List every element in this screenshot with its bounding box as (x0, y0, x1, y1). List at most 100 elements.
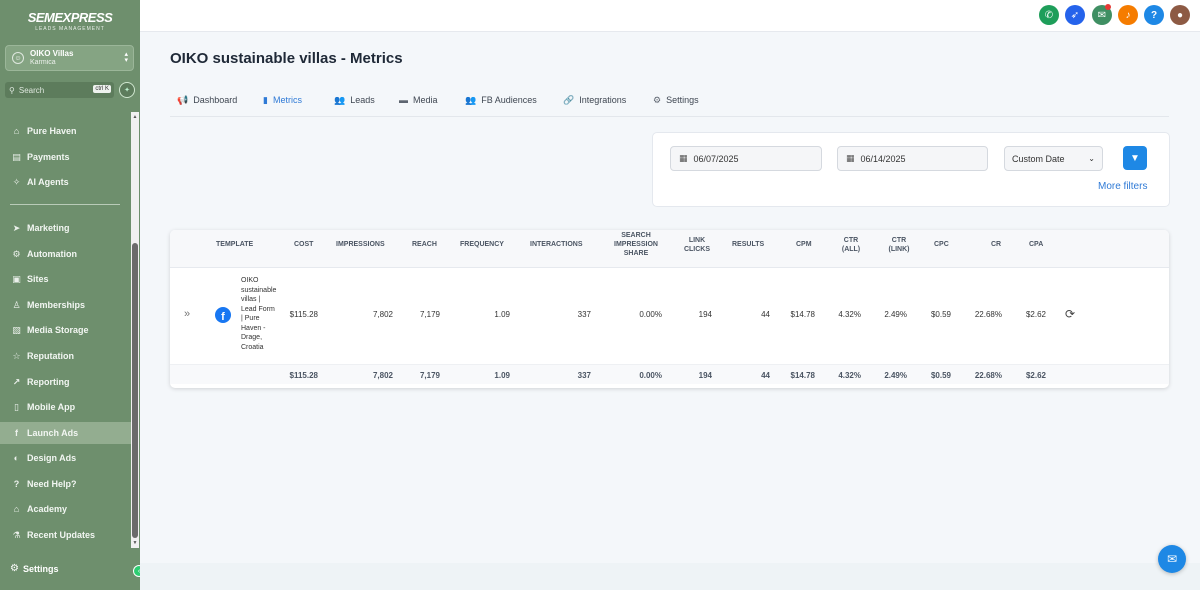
sidebar-item-recent-updates[interactable]: ⚗ Recent Updates (0, 524, 131, 546)
bell-icon[interactable]: ♪ (1118, 5, 1138, 25)
receipt-icon: ▤ (12, 151, 21, 162)
gear-icon: ⚙ (653, 94, 662, 105)
calendar-icon: ▦ (846, 153, 855, 163)
apply-filter-button[interactable]: ▼ (1123, 146, 1147, 170)
col-header-line: LINK (688, 237, 706, 244)
col-link-clicks[interactable]: LINK CLICKS (682, 236, 712, 254)
account-location: Karmica (30, 59, 56, 66)
col-cpa[interactable]: CPA (1029, 240, 1043, 249)
sidebar-item-sites[interactable]: ▣ Sites (0, 268, 131, 290)
star-icon: ☆ (12, 350, 21, 361)
col-cpc[interactable]: CPC (934, 240, 949, 249)
col-cpm[interactable]: CPM (796, 240, 812, 249)
tab-leads[interactable]: 👥 Leads (334, 90, 375, 110)
user-avatar[interactable]: ● (1170, 5, 1190, 25)
phone-call-icon[interactable]: ✆ (1039, 5, 1059, 25)
sidebar-item-label: Academy (27, 504, 68, 514)
col-cost[interactable]: COST (294, 240, 313, 249)
sidebar-item-marketing[interactable]: ➤ Marketing (0, 217, 131, 239)
sidebar-item-label: Need Help? (27, 479, 77, 489)
rocket-icon[interactable]: ➶ (1065, 5, 1085, 25)
search-placeholder: Search (18, 85, 45, 95)
cell-cost: $115.28 (289, 310, 318, 319)
start-date-input[interactable]: ▦ 06/07/2025 (670, 146, 822, 171)
sidebar-scrollbar-thumb[interactable] (132, 243, 138, 538)
folder-icon: ▬ (399, 95, 408, 105)
col-results[interactable]: RESULTS (732, 240, 764, 249)
col-search-impression-share[interactable]: SEARCH IMPRESSION SHARE (610, 231, 662, 258)
search-icon: ⚲ (9, 85, 15, 95)
phone-icon: ▯ (14, 401, 19, 412)
tab-label: Dashboard (193, 95, 238, 105)
tab-label: Leads (350, 95, 375, 105)
total-ctr-all: 4.32% (838, 371, 861, 380)
cell-impressions: 7,802 (372, 310, 393, 319)
sidebar-item-launch-ads[interactable]: f Launch Ads (0, 422, 131, 444)
sidebar-item-academy[interactable]: ⌂ Academy (0, 498, 131, 520)
total-reach: 7,179 (419, 371, 440, 380)
sidebar-item-label: Reputation (27, 351, 74, 361)
help-circle-icon[interactable]: ? (1144, 5, 1164, 25)
brand-logo[interactable]: SEMEXPRESS LEADS MANAGEMENT (0, 10, 140, 32)
expand-row-chevron-icon[interactable]: » (184, 308, 190, 320)
account-switcher[interactable]: ☺ OIKO Villas Karmica ▴ ▾ (5, 45, 134, 71)
col-impressions[interactable]: IMPRESSIONS (336, 240, 385, 249)
total-results: 44 (761, 371, 770, 380)
end-date-input[interactable]: ▦ 06/14/2025 (837, 146, 988, 171)
tab-settings[interactable]: ⚙ Settings (653, 90, 699, 110)
sidebar-item-pure-haven[interactable]: ⌂ Pure Haven (0, 120, 131, 142)
date-range-select[interactable]: Custom Date ⌄ (1004, 146, 1103, 171)
col-frequency[interactable]: FREQUENCY (460, 240, 504, 249)
chevron-down-icon: ⌄ (1088, 154, 1095, 163)
facebook-icon: f (215, 307, 231, 323)
help-icon: ? (13, 479, 20, 489)
sidebar-item-need-help[interactable]: ? Need Help? (0, 473, 131, 495)
sidebar-item-mobile-app[interactable]: ▯ Mobile App (0, 396, 131, 418)
tab-label: Settings (666, 95, 699, 105)
tab-media[interactable]: ▬ Media (399, 90, 438, 110)
total-link-clicks: 194 (698, 371, 712, 380)
tab-integrations[interactable]: 🔗 Integrations (563, 90, 626, 110)
palette-icon: ◐ (13, 453, 20, 463)
tab-fb-audiences[interactable]: 👥 FB Audiences (465, 90, 537, 110)
sidebar-item-reputation[interactable]: ☆ Reputation (0, 345, 131, 367)
sidebar-item-label: Marketing (27, 223, 70, 233)
flask-icon: ⚗ (12, 529, 21, 540)
tab-dashboard[interactable]: 📢 Dashboard (177, 90, 237, 110)
calendar-icon: ▦ (679, 153, 688, 163)
sidebar-item-reporting[interactable]: ↗ Reporting (0, 371, 131, 393)
sidebar-item-automation[interactable]: ⚙ Automation (0, 243, 131, 265)
page-title: OIKO sustainable villas - Metrics (170, 50, 403, 67)
col-template[interactable]: TEMPLATE (216, 240, 253, 249)
sidebar-item-label: Sites (27, 274, 49, 284)
col-interactions[interactable]: INTERACTIONS (530, 240, 583, 249)
more-filters-link[interactable]: More filters (1098, 181, 1147, 192)
search-input[interactable]: ⚲ Search ctrl K (5, 82, 114, 98)
col-ctr-link[interactable]: CTR (LINK) (884, 236, 914, 254)
end-date-value: 06/14/2025 (860, 153, 906, 164)
gear-icon: ⚙ (10, 563, 19, 574)
cell-link-clicks: 194 (698, 310, 712, 319)
sidebar-item-ai-agents[interactable]: ✧ AI Agents (0, 171, 131, 193)
sidebar-item-payments[interactable]: ▤ Payments (0, 146, 131, 168)
sidebar-item-label: Launch Ads (27, 428, 79, 438)
sidebar-settings-label: Settings (22, 563, 59, 574)
audience-icon: 👥 (465, 94, 477, 105)
total-search-impression-share: 0.00% (639, 371, 662, 380)
sidebar-item-memberships[interactable]: ♙ Memberships (0, 294, 131, 316)
col-reach[interactable]: REACH (412, 240, 437, 249)
scroll-down-arrow-icon[interactable]: ▼ (131, 539, 139, 547)
refresh-icon[interactable]: ⟳ (1065, 307, 1075, 321)
quick-action-sparkle-icon[interactable]: ✦ (119, 82, 135, 98)
col-cr[interactable]: CR (991, 240, 1001, 249)
sidebar-item-label: Automation (27, 249, 77, 259)
sidebar-item-design-ads[interactable]: ◐ Design Ads (0, 447, 131, 469)
sidebar-item-media-storage[interactable]: ▧ Media Storage (0, 319, 131, 341)
sidebar-item-settings[interactable]: ⚙ Settings (10, 563, 58, 574)
scroll-up-arrow-icon[interactable]: ▲ (131, 113, 139, 121)
col-ctr-all[interactable]: CTR (ALL) (840, 236, 862, 254)
chat-support-button[interactable]: ✉ (1158, 545, 1186, 573)
home-icon: ⌂ (13, 126, 20, 136)
search-shortcut: ctrl K (93, 85, 111, 93)
tab-metrics[interactable]: ▮ Metrics (263, 90, 302, 110)
